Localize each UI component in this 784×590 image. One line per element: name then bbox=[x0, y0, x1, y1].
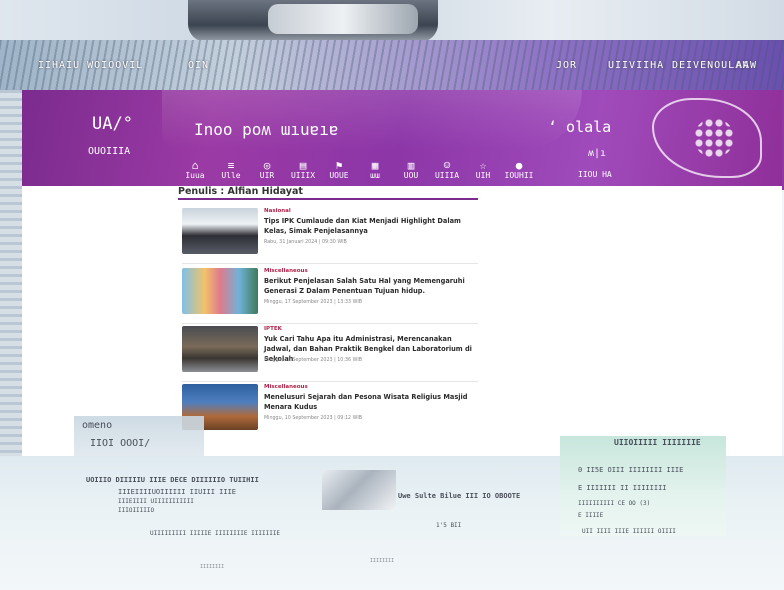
top-nav-item-6[interactable]: AAW bbox=[736, 60, 757, 71]
category-people[interactable]: ☺ UIIIA bbox=[434, 160, 460, 180]
dragonfly-illustration-icon bbox=[652, 98, 762, 178]
article-category[interactable]: Nasional bbox=[264, 208, 291, 214]
category-label: IOUHII bbox=[504, 171, 534, 180]
drop-icon: ● bbox=[515, 159, 523, 172]
category-label: UIR bbox=[259, 171, 275, 180]
article-item[interactable]: IPTEK Yuk Cari Tahu Apa itu Administrasi… bbox=[182, 326, 478, 382]
category-grid[interactable]: ▦ ɯɯ bbox=[362, 160, 388, 180]
category-globe[interactable]: ◎ UIR bbox=[254, 160, 280, 180]
footer-left-bottom: UIIIIIIIII IIIIIE IIIIIIIIE IIIIIIIE bbox=[150, 530, 281, 537]
article-title[interactable]: Tips IPK Cumlaude dan Kiat Menjadi Highl… bbox=[264, 216, 478, 236]
category-flag[interactable]: ⚑ UOUE bbox=[326, 160, 352, 180]
article-title[interactable]: Menelusuri Sejarah dan Pesona Wisata Rel… bbox=[264, 392, 478, 412]
footer-left-subtitle: IIOI OOOI/ bbox=[90, 438, 151, 449]
star-icon: ☆ bbox=[479, 159, 487, 172]
category-book[interactable]: ▤ UIIIX bbox=[290, 160, 316, 180]
chart-icon: ▥ bbox=[407, 159, 415, 172]
logo-right: ‘ olala bbox=[548, 118, 612, 136]
footer-copyright: IIIIIIII bbox=[370, 558, 395, 564]
article-title[interactable]: Berikut Penjelasan Salah Satu Hal yang M… bbox=[264, 276, 478, 296]
footer-left-heading: UOIIIO DIIIIIU IIIE DECE DIIIIIIO TUIIHI… bbox=[86, 476, 259, 484]
news-icon: ≡ bbox=[227, 159, 235, 172]
top-banner-photo: IIHAIU WOIOOVIL OIN JOR UIIVIIHA DEIVENO… bbox=[0, 0, 784, 90]
article-category[interactable]: Miscellaneous bbox=[264, 384, 308, 390]
article-thumbnail[interactable] bbox=[182, 208, 258, 254]
article-thumbnail[interactable] bbox=[182, 268, 258, 314]
footer-copyright: IIIIIIII bbox=[200, 564, 225, 570]
article-date: Minggu, 10 September 2023 | 10:36 WIB bbox=[264, 358, 363, 363]
category-label: ɯɯ bbox=[370, 171, 380, 180]
category-label: Ulle bbox=[221, 171, 241, 180]
category-drop[interactable]: ● IOUHII bbox=[504, 159, 534, 180]
footer-right-line[interactable]: E IIIIIII II IIIIIIII bbox=[578, 484, 667, 492]
article-date: Minggu, 17 September 2023 | 13:33 WIB bbox=[264, 300, 363, 305]
title-underline bbox=[178, 198, 478, 200]
category-label: UOUE bbox=[329, 171, 349, 180]
globe-icon: ◎ bbox=[263, 159, 271, 172]
category-star[interactable]: ☆ UIH bbox=[470, 160, 496, 180]
flag-icon: ⚑ bbox=[335, 159, 343, 172]
footer-left-line[interactable]: IIIEIIIIUOIIIIII IIUIII IIIE bbox=[118, 488, 236, 496]
footer-right-line[interactable]: IIIIIIIIII CE OO (3) bbox=[578, 500, 650, 507]
footer-thumbnail[interactable] bbox=[322, 470, 396, 510]
logo-right-caption: IIOU HA bbox=[578, 170, 612, 179]
category-chart[interactable]: ▥ UOU bbox=[398, 160, 424, 180]
category-label: UIIIA bbox=[434, 171, 460, 180]
article-item[interactable]: Miscellaneous Menelusuri Sejarah dan Pes… bbox=[182, 384, 478, 440]
article-item[interactable]: Miscellaneous Berikut Penjelasan Salah S… bbox=[182, 268, 478, 324]
top-nav-item-1[interactable]: IIHAIU WOIOOVIL bbox=[38, 60, 143, 71]
category-news[interactable]: ≡ Ulle bbox=[218, 160, 244, 180]
site-header: UA/° OUOIIIA Inoo poʍ ɯıuɐıɐ ‘ olala ʍ|ı… bbox=[22, 90, 782, 186]
grid-icon: ▦ bbox=[371, 159, 379, 172]
top-nav-item-2[interactable]: OIN bbox=[188, 60, 209, 71]
footer-left-line[interactable]: IIIEIIII UIIIIIIIIIII bbox=[118, 498, 194, 505]
footer-right-title: UIIOIIIII IIIIIIIE bbox=[614, 438, 701, 447]
top-nav-item-4[interactable]: UIIVIIHA bbox=[608, 60, 664, 71]
category-label: UOU bbox=[403, 171, 419, 180]
footer-right-line[interactable]: E IIIIE bbox=[578, 512, 603, 519]
category-label: UIH bbox=[475, 171, 491, 180]
article-date: Minggu, 10 September 2023 | 09:12 WIB bbox=[264, 416, 363, 421]
footer-mid-title[interactable]: Uwe Sulte Bilue III IO OBOOTE bbox=[398, 492, 520, 500]
banner-car-image bbox=[188, 0, 438, 42]
site-logo[interactable]: Inoo poʍ ɯıuɐıɐ bbox=[194, 120, 339, 139]
category-nav: ⌂ Iuua ≡ Ulle ◎ UIR ▤ UIIIX ⚑ UOUE ▦ ɯɯ … bbox=[182, 159, 534, 180]
footer-right-line[interactable]: 0 II5E OIII IIIIIIII IIIE bbox=[578, 466, 683, 474]
logo-left[interactable]: UA/° bbox=[92, 114, 133, 134]
article-item[interactable]: Nasional Tips IPK Cumlaude dan Kiat Menj… bbox=[182, 208, 478, 264]
footer-left-line[interactable]: IIIOIIIIIO bbox=[118, 507, 154, 514]
category-label: UIIIX bbox=[290, 171, 316, 180]
people-icon: ☺ bbox=[443, 159, 451, 172]
home-icon: ⌂ bbox=[191, 159, 199, 172]
category-label: Iuua bbox=[185, 171, 205, 180]
top-nav-item-3[interactable]: JOR bbox=[556, 60, 577, 71]
article-category[interactable]: Miscellaneous bbox=[264, 268, 308, 274]
footer-mid-subtitle: 1'5 BII bbox=[436, 522, 462, 529]
book-icon: ▤ bbox=[299, 159, 307, 172]
top-nav: IIHAIU WOIOOVIL OIN JOR UIIVIIHA DEIVENO… bbox=[0, 60, 784, 76]
logo-left-subtitle: OUOIIIA bbox=[88, 146, 131, 157]
footer-left-title: omeno bbox=[82, 420, 113, 431]
logo-right-subtitle: ʍ|ı bbox=[588, 148, 607, 159]
article-thumbnail[interactable] bbox=[182, 326, 258, 372]
article-date: Rabu, 31 Januari 2024 | 09:30 WIB bbox=[264, 240, 347, 245]
footer-right-bottom: UII IIII IIIE IIIIII OIIII bbox=[582, 528, 676, 535]
article-category[interactable]: IPTEK bbox=[264, 326, 282, 332]
category-home[interactable]: ⌂ Iuua bbox=[182, 160, 208, 180]
